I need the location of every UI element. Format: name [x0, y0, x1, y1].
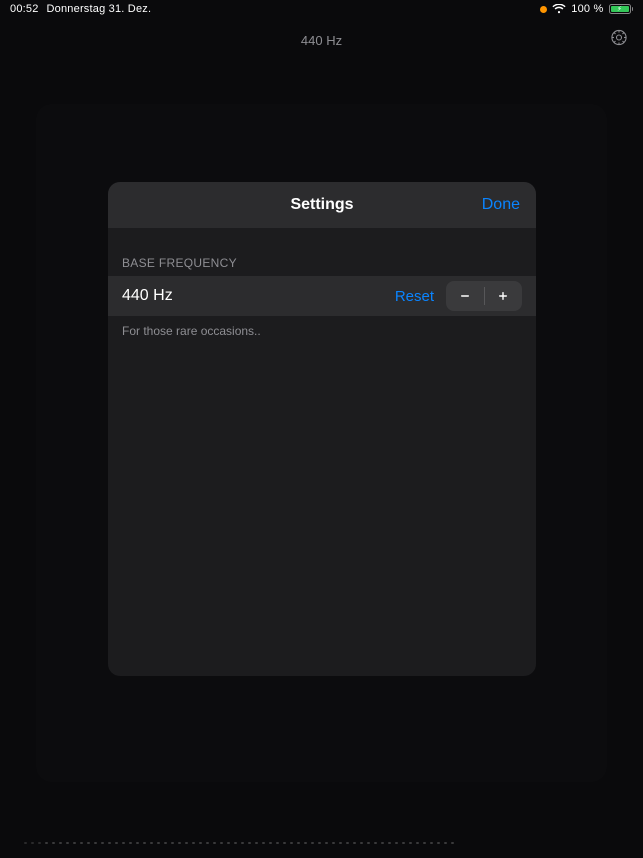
battery-percentage: 100 % — [571, 3, 603, 15]
modal-title: Settings — [290, 196, 353, 214]
reset-button[interactable]: Reset — [395, 288, 434, 305]
base-frequency-value: 440 Hz — [122, 287, 173, 305]
status-date: Donnerstag 31. Dez. — [47, 3, 152, 15]
modal-header: Settings Done — [108, 182, 536, 228]
settings-button[interactable] — [609, 28, 629, 53]
stepper-increment-button[interactable] — [485, 281, 523, 311]
wifi-icon — [552, 4, 566, 14]
minus-icon — [458, 289, 472, 303]
battery-icon: ⚡︎ — [609, 4, 634, 14]
base-frequency-row: 440 Hz Reset — [108, 276, 536, 316]
section-header-base-frequency: BASE FREQUENCY — [108, 228, 536, 276]
settings-modal: Settings Done BASE FREQUENCY 440 Hz Rese… — [108, 182, 536, 676]
section-footer: For those rare occasions.. — [108, 316, 536, 346]
status-bar: 00:52 Donnerstag 31. Dez. 100 % ⚡︎ — [0, 0, 643, 18]
recording-indicator-icon — [540, 6, 547, 13]
page-title: 440 Hz — [301, 33, 342, 48]
done-button[interactable]: Done — [482, 196, 520, 214]
frequency-stepper — [446, 281, 522, 311]
stepper-decrement-button[interactable] — [446, 281, 484, 311]
app-header: 440 Hz — [0, 18, 643, 62]
plus-icon — [496, 289, 510, 303]
tick-marks — [24, 842, 454, 845]
status-time: 00:52 — [10, 3, 39, 15]
